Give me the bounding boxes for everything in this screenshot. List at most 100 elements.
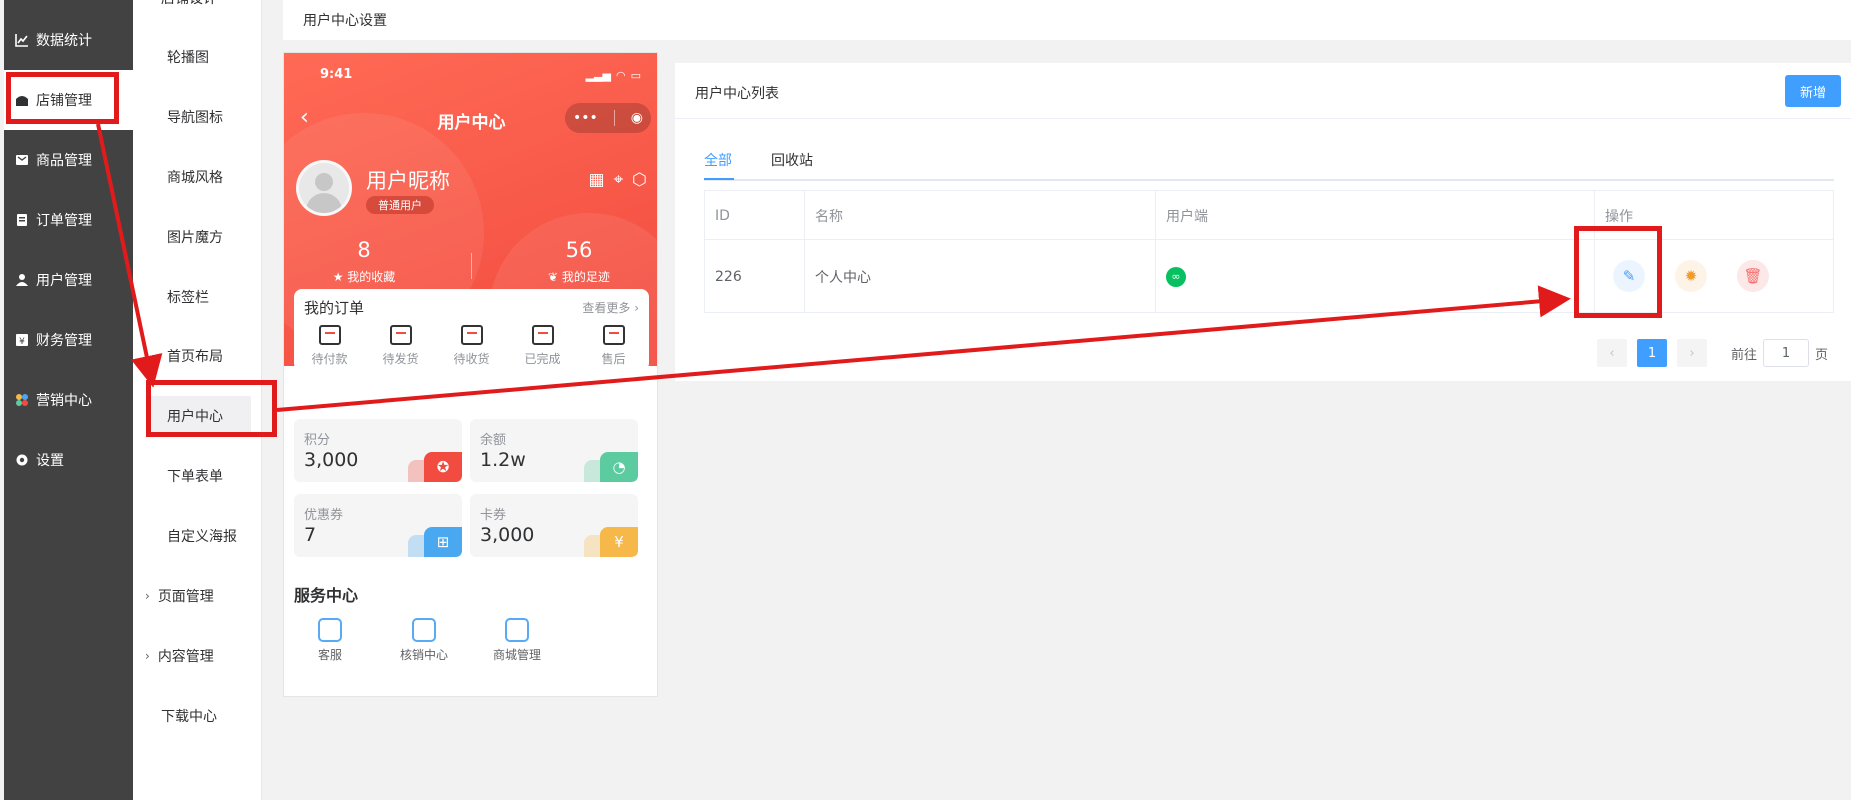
orders-more-link[interactable]: 查看更多 › [582,299,639,316]
order-status-list: 待付款 待发货 待收货 已完成 售后 [294,325,649,367]
tab-recycle-bin[interactable]: 回收站 [771,150,813,170]
asset-value: 3,000 [480,524,535,546]
scan-icon [412,618,436,642]
my-orders-card: 我的订单 查看更多 › 待付款 待发货 待收货 已完成 售后 [294,289,649,371]
annotation-box-store [6,72,119,124]
subnav-group-content-management[interactable]: › 内容管理 [133,636,262,676]
delete-button[interactable]: 🗑 [1737,260,1769,292]
service-item-verification[interactable]: 核销中心 [384,618,464,663]
subnav-group-label: 页面管理 [157,589,214,605]
asset-points[interactable]: 积分 3,000 ✪ [294,419,462,482]
page-title: 用户中心设置 [303,13,387,29]
goods-icon [14,152,30,168]
more-dots-icon[interactable]: ••• [573,110,598,126]
asset-cards[interactable]: 卡券 3,000 ¥ [470,494,638,557]
subnav-item-order-form[interactable]: 下单表单 [133,456,262,496]
order-icon [14,212,30,228]
subnav-item-store-design[interactable]: 店铺设计 [133,0,262,18]
ticket-icon: ¥ [600,527,638,557]
user-center-list-panel: 用户中心列表 新增 全部 回收站 ID 名称 用户端 操作 226 个人中心 ∞… [675,63,1851,381]
service-item-customer-service[interactable]: 客服 [290,618,370,663]
sidebar-item-users[interactable]: 用户管理 [4,250,133,310]
asset-coupons[interactable]: 优惠券 7 ⊞ [294,494,462,557]
order-status-pending-receive[interactable]: 待收货 [442,325,502,367]
link-icon[interactable]: ∞ [1166,266,1186,287]
sidebar-item-data-stats[interactable]: 数据统计 [4,10,133,70]
chevron-right-icon: › [145,649,150,663]
order-status-pending-ship[interactable]: 待发货 [371,325,431,367]
panel-title: 用户中心列表 [695,86,779,102]
chart-line-icon [14,32,30,48]
asset-label: 卡券 [480,508,507,523]
goto-page-input[interactable]: 1 [1763,339,1810,367]
order-status-completed[interactable]: 已完成 [513,325,573,367]
user-icon [14,272,30,288]
panel-divider [675,118,1851,119]
service-center-title: 服务中心 [294,586,359,605]
annotation-box-user-center [146,380,277,437]
stat-footprints[interactable]: 56 ❦ 我的足迹 [504,238,654,285]
qrcode-icon[interactable]: ▦ [589,170,605,190]
sidebar-item-orders[interactable]: 订单管理 [4,190,133,250]
return-icon [602,325,625,345]
sidebar-item-label: 商品管理 [36,153,92,169]
table-header: ID 名称 用户端 操作 [705,191,1833,240]
profile-actions: ▦ ⌖ ⬡ [589,170,647,190]
battery-icon: ▭ [630,69,641,82]
settings-icon[interactable]: ⬡ [632,170,647,190]
column-id: ID [705,191,805,240]
asset-label: 积分 [304,433,331,448]
asset-value: 3,000 [304,449,359,471]
order-status-after-sales[interactable]: 售后 [584,325,644,367]
user-level-badge: 普通用户 [366,196,434,214]
column-name: 名称 [805,191,1156,240]
signal-icon: ▂▃▅ [585,69,611,82]
sidebar-item-goods[interactable]: 商品管理 [4,130,133,190]
tab-all[interactable]: 全部 [704,150,732,170]
sidebar-item-marketing[interactable]: 营销中心 [4,370,133,430]
subnav-item-carousel[interactable]: 轮播图 [133,37,262,77]
subnav-item-nav-icons[interactable]: 导航图标 [133,97,262,137]
subnav-item-tabbar[interactable]: 标签栏 [133,277,262,317]
service-item-mall-management[interactable]: 商城管理 [477,618,557,663]
box-icon [389,325,412,345]
subnav-item-image-cube[interactable]: 图片魔方 [133,217,262,257]
subnav-item-custom-poster[interactable]: 自定义海报 [133,516,262,556]
tabs: 全部 回收站 [704,145,1834,181]
gift-icon: ⊞ [424,527,462,557]
stat-favorites[interactable]: 8 ★ 我的收藏 [289,238,439,285]
settings-button[interactable]: ✹ [1675,260,1707,292]
next-page-button[interactable]: › [1677,339,1707,367]
asset-value: 1.2w [480,449,526,471]
order-status-pending-pay[interactable]: 待付款 [300,325,360,367]
svg-text:¥: ¥ [19,337,25,347]
asset-value: 7 [304,524,317,546]
cell-client: ∞ [1156,240,1595,313]
asset-balance[interactable]: 余额 1.2w ◔ [470,419,638,482]
status-icons: ▂▃▅ ◠ ▭ [586,69,641,82]
page-suffix: 页 [1815,347,1829,363]
sidebar-item-finance[interactable]: ¥ 财务管理 [4,310,133,370]
mini-program-capsule[interactable]: ••• ◉ [565,103,651,133]
column-client: 用户端 [1156,191,1595,240]
subnav-item-home-layout[interactable]: 首页布局 [133,336,262,376]
asset-label: 余额 [480,433,507,448]
annotation-box-edit [1574,226,1662,318]
table-row: 226 个人中心 ∞ ✎ ✹ 🗑 [705,240,1833,313]
location-icon[interactable]: ⌖ [614,170,624,190]
subnav-group-page-management[interactable]: › 页面管理 [133,576,262,616]
subnav-item-download-center[interactable]: 下载中心 [133,696,262,736]
prev-page-button[interactable]: ‹ [1597,339,1627,367]
cell-id: 226 [705,240,805,313]
subnav-item-mall-style[interactable]: 商城风格 [133,157,262,197]
tab-active-indicator [704,178,734,180]
subnav-group-label: 内容管理 [157,649,214,665]
sidebar-item-label: 设置 [36,453,64,469]
avatar[interactable] [296,160,352,216]
page-number-button[interactable]: 1 [1637,339,1667,367]
wallet-icon [318,325,341,345]
trash-icon: 🗑 [1743,267,1763,285]
sidebar-item-settings[interactable]: 设置 [4,430,133,490]
close-target-icon[interactable]: ◉ [631,110,643,126]
add-button[interactable]: 新增 [1785,75,1841,107]
